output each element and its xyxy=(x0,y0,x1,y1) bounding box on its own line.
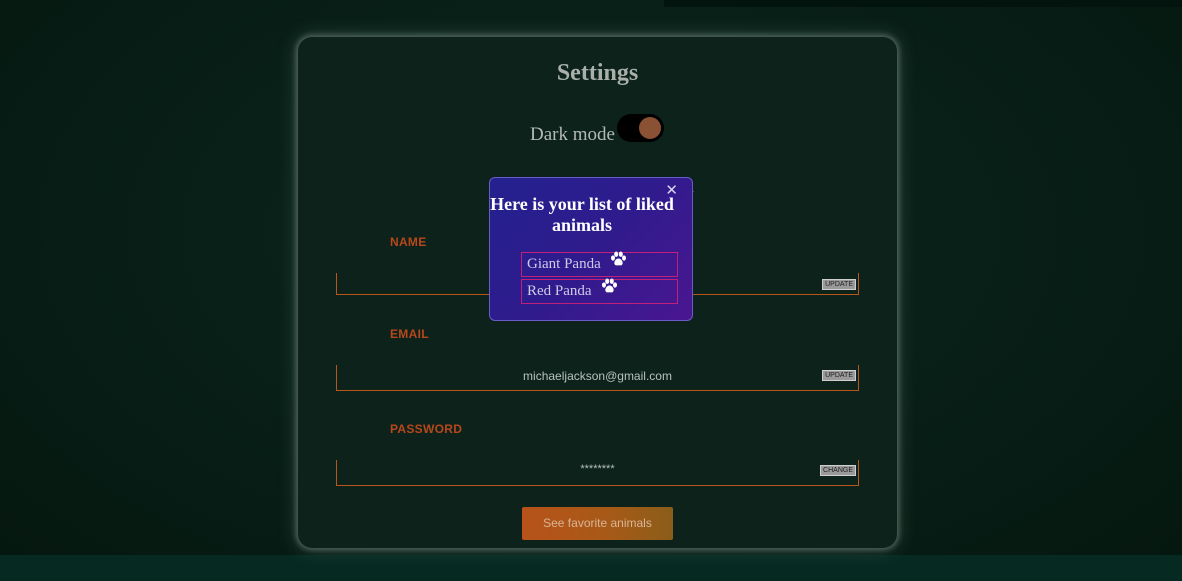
update-name-button[interactable]: UPDATE xyxy=(822,279,856,290)
top-bar xyxy=(664,0,1182,7)
password-label: PASSWORD xyxy=(390,422,463,436)
list-item: Red Panda xyxy=(521,278,678,304)
bottom-strip xyxy=(0,555,1182,581)
email-label: EMAIL xyxy=(390,327,429,341)
animal-name: Red Panda xyxy=(527,283,592,299)
name-label: NAME xyxy=(390,235,427,249)
password-field[interactable]: ******** CHANGE xyxy=(336,460,859,486)
change-password-button[interactable]: CHANGE xyxy=(820,465,856,476)
paw-icon xyxy=(601,278,618,302)
list-item: Giant Panda xyxy=(521,251,678,277)
see-favorite-animals-button[interactable]: See favorite animals xyxy=(522,507,673,540)
password-value: ******** xyxy=(580,463,615,475)
dark-mode-label: Dark mode xyxy=(530,124,615,145)
email-value: michaeljackson@gmail.com xyxy=(523,369,672,383)
animal-list: Giant Panda Red Panda xyxy=(521,251,678,306)
update-email-button[interactable]: UPDATE xyxy=(822,370,856,381)
page-title: Settings xyxy=(556,60,639,86)
paw-icon xyxy=(610,251,627,275)
animal-name: Giant Panda xyxy=(527,256,601,272)
dark-mode-toggle[interactable] xyxy=(617,114,664,142)
email-field[interactable]: michaeljackson@gmail.com UPDATE xyxy=(336,365,859,391)
popup-title: Here is your list of liked animals xyxy=(490,194,674,235)
toggle-knob xyxy=(639,117,661,139)
liked-animals-popup: ✕ Here is your list of liked animals Gia… xyxy=(489,177,693,321)
